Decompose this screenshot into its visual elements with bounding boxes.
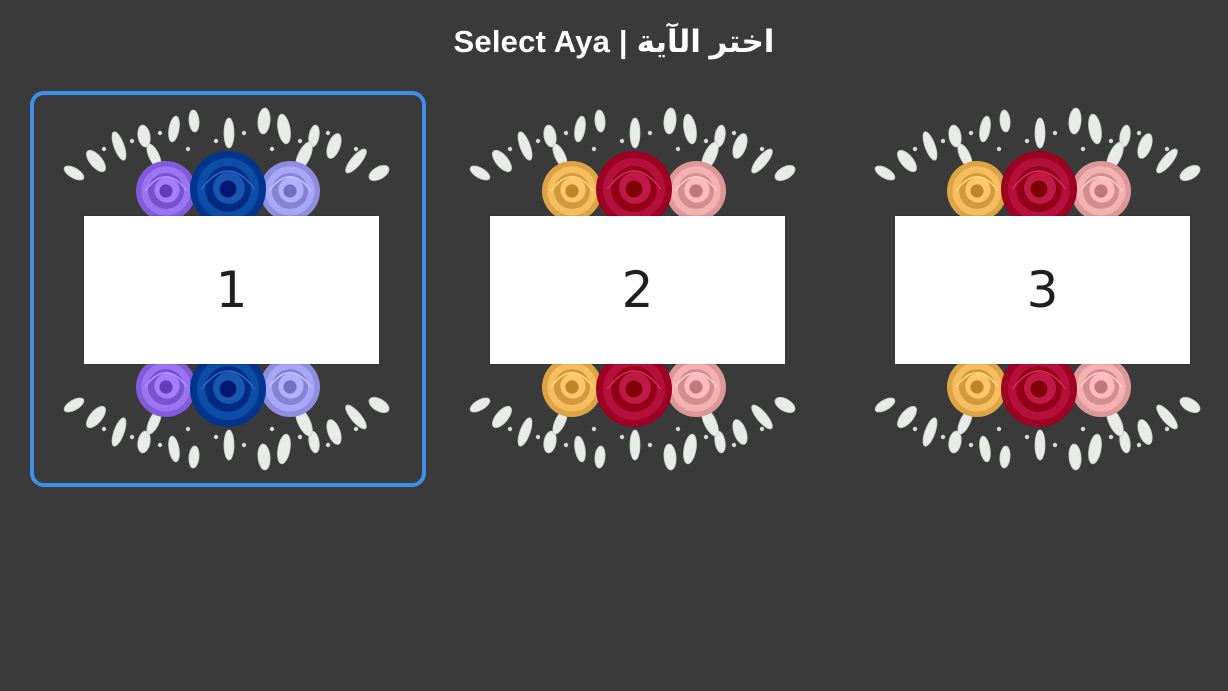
aya-number-plate: 1 bbox=[84, 216, 379, 364]
aya-card-2[interactable]: 2 bbox=[436, 91, 832, 487]
aya-number-label: 3 bbox=[1026, 261, 1059, 319]
aya-number-plate: 2 bbox=[490, 216, 785, 364]
aya-card-list: 1 2 3 bbox=[0, 0, 1228, 691]
aya-card-1[interactable]: 1 bbox=[30, 91, 426, 487]
aya-card-3[interactable]: 3 bbox=[841, 91, 1228, 487]
aya-number-label: 2 bbox=[621, 261, 654, 319]
aya-number-plate: 3 bbox=[895, 216, 1190, 364]
aya-number-label: 1 bbox=[215, 261, 248, 319]
